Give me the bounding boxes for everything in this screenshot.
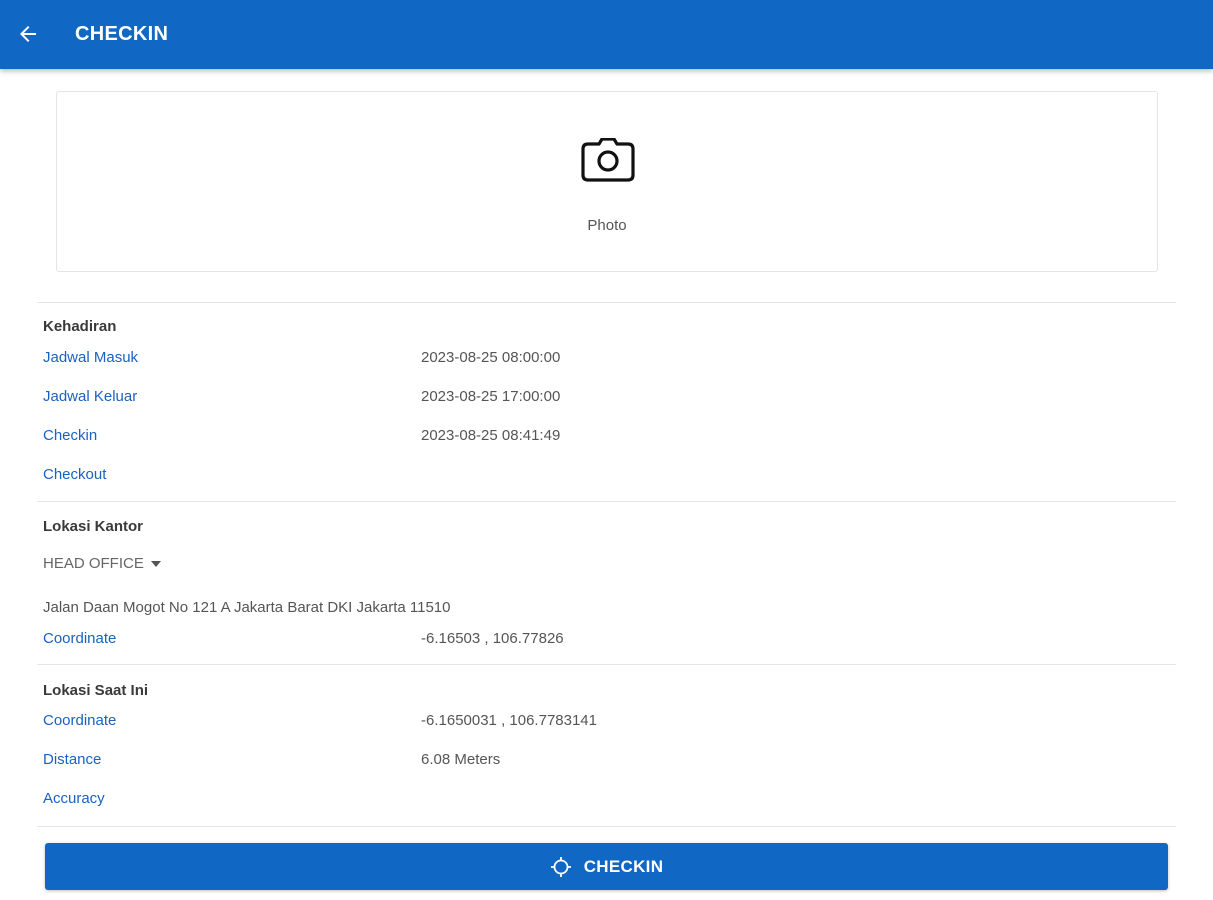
caret-down-icon (150, 561, 161, 567)
camera-icon (581, 138, 635, 182)
divider (37, 302, 1176, 303)
schedule-in-value: 2023-08-25 08:00:00 (421, 349, 561, 366)
distance-label[interactable]: Distance (43, 751, 101, 768)
divider (37, 826, 1176, 827)
checkout-label[interactable]: Checkout (43, 466, 106, 483)
schedule-out-value: 2023-08-25 17:00:00 (421, 388, 561, 405)
checkin-button[interactable]: CHECKIN (45, 843, 1168, 890)
checkin-button-label: CHECKIN (583, 856, 664, 876)
section-title-attendance: Kehadiran (43, 318, 117, 335)
schedule-in-label[interactable]: Jadwal Masuk (43, 349, 138, 366)
checkin-value: 2023-08-25 08:41:49 (421, 427, 561, 444)
office-select-value: HEAD OFFICE (43, 555, 144, 572)
checkin-label[interactable]: Checkin (43, 427, 97, 444)
section-title-office: Lokasi Kantor (43, 518, 144, 535)
current-coordinate-label[interactable]: Coordinate (43, 712, 116, 729)
section-title-current-location: Lokasi Saat Ini (43, 682, 149, 699)
schedule-out-label[interactable]: Jadwal Keluar (43, 388, 137, 405)
back-button[interactable] (14, 20, 42, 48)
office-coordinate-value: -6.16503 , 106.77826 (421, 630, 564, 647)
distance-value: 6.08 Meters (421, 751, 501, 768)
page-title: CHECKIN (75, 23, 169, 45)
crosshair-icon (550, 856, 571, 877)
divider (37, 664, 1176, 665)
divider (37, 501, 1176, 502)
accuracy-label[interactable]: Accuracy (43, 790, 105, 807)
app-bar: CHECKIN (0, 0, 1213, 69)
office-select[interactable]: HEAD OFFICE (43, 555, 161, 572)
photo-label: Photo (587, 217, 627, 234)
office-coordinate-label[interactable]: Coordinate (43, 630, 116, 647)
current-coordinate-value: -6.1650031 , 106.7783141 (421, 712, 597, 729)
photo-picker[interactable]: Photo (56, 91, 1158, 272)
arrow-left-icon (20, 26, 36, 42)
office-address: Jalan Daan Mogot No 121 A Jakarta Barat … (43, 599, 451, 616)
